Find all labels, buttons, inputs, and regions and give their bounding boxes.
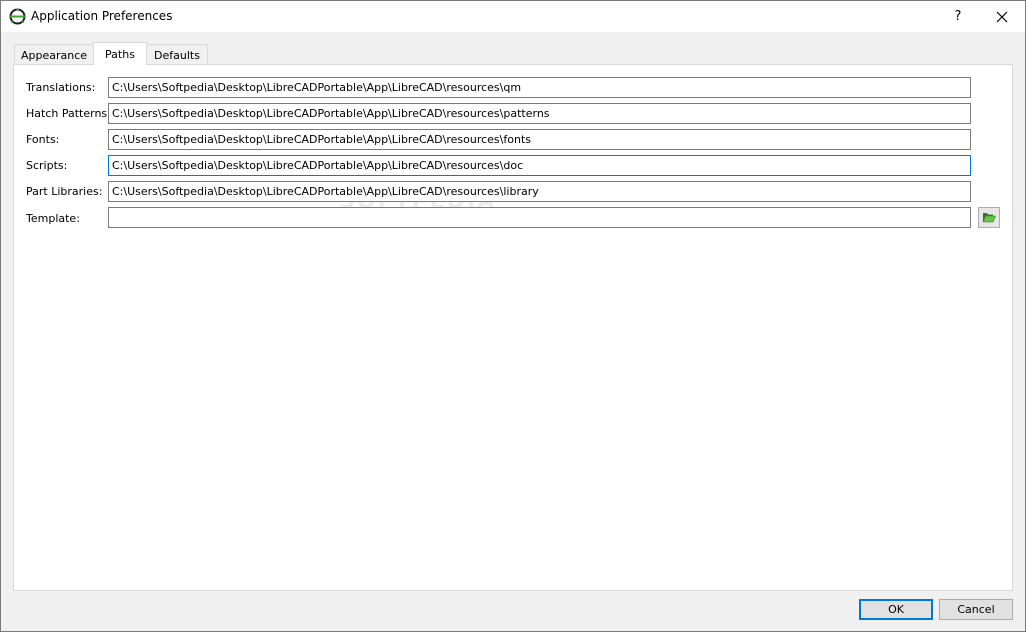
tab-appearance[interactable]: Appearance	[14, 44, 94, 65]
help-button[interactable]: ?	[935, 1, 981, 32]
translations-path-input[interactable]	[108, 77, 971, 98]
scripts-path-input[interactable]	[108, 155, 971, 176]
template-browse-button[interactable]	[978, 207, 1000, 228]
hatch-patterns-label: Hatch Patterns:	[26, 107, 111, 120]
preferences-window: Application Preferences ? Appearance Pat…	[0, 0, 1026, 632]
close-icon	[996, 11, 1008, 22]
folder-open-icon	[982, 213, 996, 223]
template-path-input[interactable]	[108, 207, 971, 228]
template-label: Template:	[26, 212, 80, 225]
tab-defaults[interactable]: Defaults	[146, 44, 208, 65]
window-title: Application Preferences	[31, 9, 173, 23]
part-libraries-path-input[interactable]	[108, 181, 971, 202]
librecad-icon	[9, 8, 26, 25]
translations-label: Translations:	[26, 81, 96, 94]
fonts-path-input[interactable]	[108, 129, 971, 150]
tab-paths[interactable]: Paths	[93, 42, 147, 65]
fonts-label: Fonts:	[26, 133, 60, 146]
cancel-button[interactable]: Cancel	[939, 599, 1013, 620]
part-libraries-label: Part Libraries:	[26, 185, 103, 198]
title-bar: Application Preferences ?	[1, 1, 1025, 32]
close-button[interactable]	[979, 1, 1025, 32]
scripts-label: Scripts:	[26, 159, 68, 172]
paths-panel: SOFTPEDIA Translations: Hatch Patterns: …	[13, 64, 1013, 591]
hatch-patterns-path-input[interactable]	[108, 103, 971, 124]
ok-button[interactable]: OK	[859, 599, 933, 620]
